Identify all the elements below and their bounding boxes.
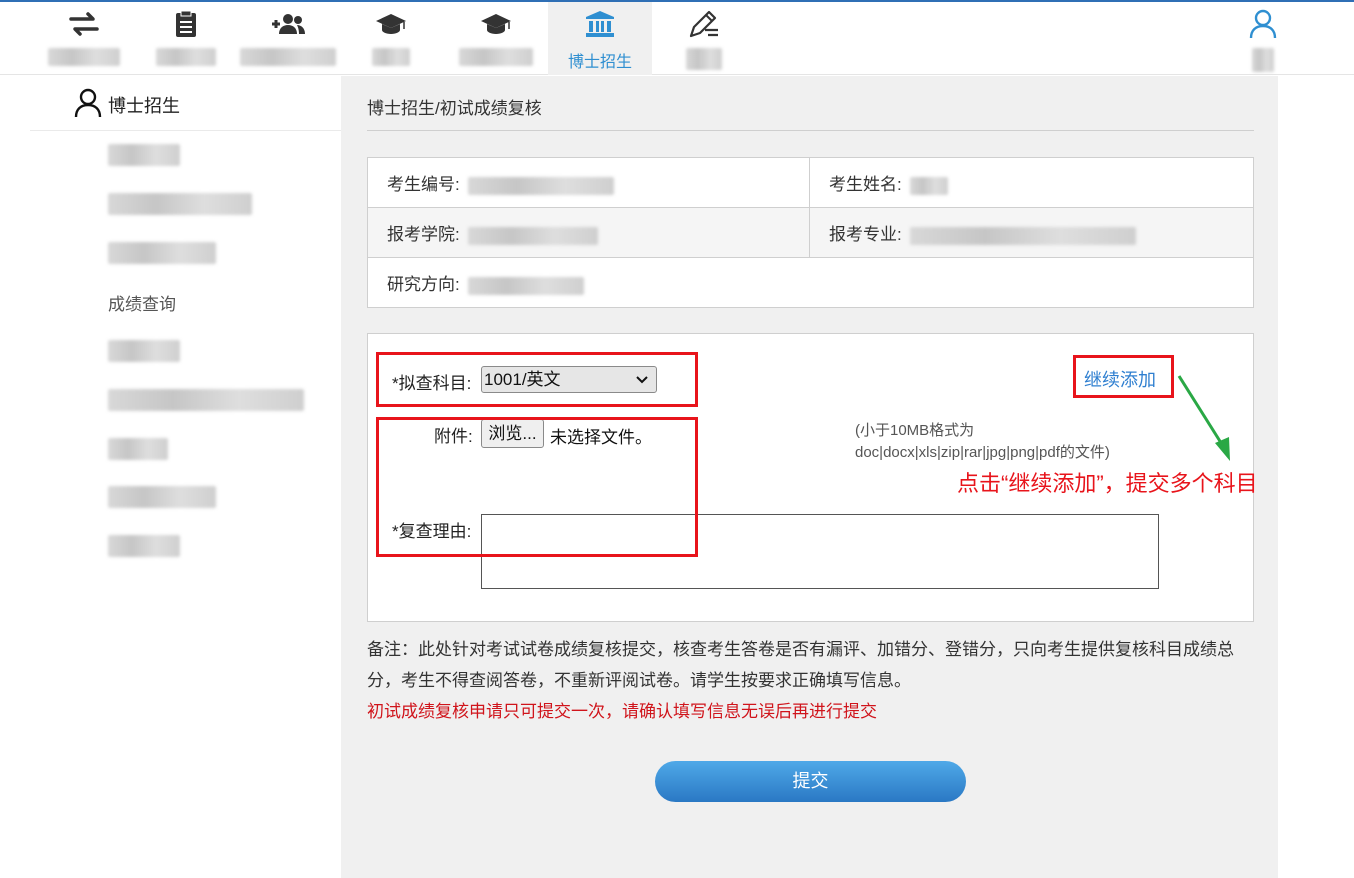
sidebar-item-blurred[interactable] xyxy=(108,486,216,508)
sidebar-item-blurred[interactable] xyxy=(108,144,180,166)
info-cell-college: 报考学院: xyxy=(367,207,810,258)
submit-button[interactable]: 提交 xyxy=(655,761,966,802)
info-cell-name: 考生姓名: xyxy=(809,157,1254,208)
exam-no-label: 考生编号: xyxy=(387,175,460,194)
nav-item-edit[interactable] xyxy=(676,2,732,75)
nav-label-blurred xyxy=(156,48,216,66)
nav-label-doctoral: 博士招生 xyxy=(567,54,632,71)
edit-pen-icon xyxy=(676,10,732,38)
warning-text: 初试成绩复核申请只可提交一次，请确认填写信息无误后再进行提交 xyxy=(367,702,877,721)
sidebar: 博士招生 成绩查询 xyxy=(0,76,341,878)
top-navigation: 博士招生 xyxy=(0,2,1354,75)
nav-label-blurred xyxy=(48,48,120,66)
nav-label-blurred xyxy=(686,48,722,70)
sidebar-item-score-query[interactable]: 成绩查询 xyxy=(108,290,176,315)
sidebar-header: 博士招生 xyxy=(30,76,341,131)
direction-value-blurred xyxy=(468,276,585,295)
sidebar-item-blurred[interactable] xyxy=(108,389,304,411)
nav-label-blurred xyxy=(459,48,533,66)
transfer-icon xyxy=(40,10,128,38)
candidate-info-table: 考生编号: 考生姓名: 报考学院: 报考专业: 研究方向: xyxy=(367,157,1254,308)
sidebar-title: 博士招生 xyxy=(108,96,180,116)
user-icon xyxy=(74,88,102,123)
college-label: 报考学院: xyxy=(387,225,460,244)
nav-item-clipboard[interactable] xyxy=(148,2,224,75)
nav-label-blurred xyxy=(1252,48,1274,72)
name-label: 考生姓名: xyxy=(829,175,902,194)
note-text: 备注：此处针对考试试卷成绩复核提交，核查考生答卷是否有漏评、加错分、登错分，只向… xyxy=(367,640,1234,690)
nav-label-blurred xyxy=(240,48,336,66)
main-content: 博士招生/初试成绩复核 考生编号: 考生姓名: 报考学院: 报考专业: 研究方向… xyxy=(341,76,1278,878)
sidebar-item-blurred[interactable] xyxy=(108,340,180,362)
clipboard-icon xyxy=(148,10,224,38)
highlight-box-attachment xyxy=(376,417,698,557)
sidebar-item-blurred[interactable] xyxy=(108,193,252,215)
nav-item-user[interactable] xyxy=(1240,2,1286,75)
add-users-icon xyxy=(238,10,338,38)
breadcrumb: 博士招生/初试成绩复核 xyxy=(367,99,542,118)
nav-item-graduation-1[interactable] xyxy=(360,2,422,75)
nav-label-blurred xyxy=(372,48,410,66)
green-arrow-icon xyxy=(1177,375,1230,461)
info-cell-direction: 研究方向: xyxy=(367,257,1254,308)
sidebar-item-blurred[interactable] xyxy=(108,242,216,264)
major-label: 报考专业: xyxy=(829,225,902,244)
graduation-cap-icon xyxy=(360,10,422,38)
annotation-text: 点击“继续添加”，提交多个科目 xyxy=(957,471,1258,496)
college-value-blurred xyxy=(468,226,599,245)
nav-item-transfer[interactable] xyxy=(40,2,128,75)
divider xyxy=(367,130,1254,131)
user-icon xyxy=(1240,9,1286,39)
file-format-hint: (小于10MB格式为doc|docx|xls|zip|rar|jpg|png|p… xyxy=(855,422,1110,461)
info-cell-major: 报考专业: xyxy=(809,207,1254,258)
nav-item-doctoral-admission[interactable]: 博士招生 xyxy=(548,2,652,75)
major-value-blurred xyxy=(910,226,1137,245)
sidebar-item-blurred[interactable] xyxy=(108,438,168,460)
highlight-box-add-more xyxy=(1073,355,1174,398)
right-margin xyxy=(1278,76,1354,878)
nav-item-graduation-2[interactable] xyxy=(450,2,542,75)
sidebar-item-blurred[interactable] xyxy=(108,535,180,557)
highlight-box-subject xyxy=(376,352,698,407)
direction-label: 研究方向: xyxy=(387,275,460,294)
graduation-cap-icon xyxy=(450,10,542,38)
nav-item-add-users[interactable] xyxy=(238,2,338,75)
exam-no-value-blurred xyxy=(468,176,615,195)
name-value-blurred xyxy=(910,176,949,195)
institution-icon xyxy=(548,10,652,38)
info-cell-exam-no: 考生编号: xyxy=(367,157,810,208)
